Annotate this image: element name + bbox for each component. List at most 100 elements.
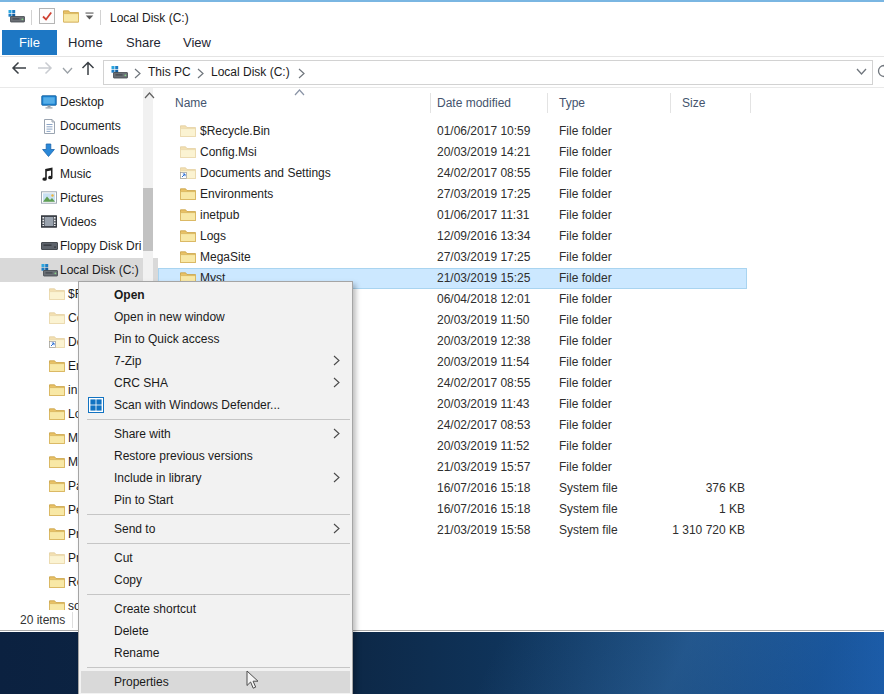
file-type: File folder	[559, 121, 612, 142]
menu-item-delete[interactable]: Delete	[81, 620, 350, 642]
file-name: inetpub	[200, 205, 239, 226]
file-row-config-msi[interactable]: Config.Msi20/03/2019 14:21File folder	[158, 142, 747, 163]
tab-file[interactable]: File	[2, 30, 57, 55]
folder-link-icon	[180, 166, 196, 180]
menu-item-properties[interactable]: Properties	[81, 671, 350, 693]
file-row-documents-and-settings[interactable]: Documents and Settings24/02/2017 08:55Fi…	[158, 163, 747, 184]
tab-home[interactable]: Home	[68, 30, 103, 55]
sidebar-item-documents[interactable]: Documents	[0, 114, 143, 138]
menu-separator	[79, 664, 352, 671]
header-separator-2[interactable]	[547, 93, 548, 113]
menu-item-create-shortcut[interactable]: Create shortcut	[81, 598, 350, 620]
file-type: System file	[559, 499, 618, 520]
address-bar[interactable]: This PC Local Disk (C:)	[103, 60, 873, 85]
menu-item-label: Pin to Start	[114, 493, 173, 507]
folder-icon	[49, 455, 65, 469]
folder-icon	[180, 187, 196, 201]
sidebar-item-label: Local Disk (C:)	[60, 258, 139, 282]
documents-icon	[41, 119, 57, 133]
menu-item-open-in-new-window[interactable]: Open in new window	[81, 306, 350, 328]
file-name: Documents and Settings	[200, 163, 331, 184]
menu-item-pin-to-quick-access[interactable]: Pin to Quick access	[81, 328, 350, 350]
file-name: MegaSite	[200, 247, 251, 268]
tab-share[interactable]: Share	[126, 30, 161, 55]
sidebar-item-local-disk-c[interactable]: Local Disk (C:)	[0, 258, 158, 282]
menu-item-share-with[interactable]: Share with	[81, 423, 350, 445]
menu-item-send-to[interactable]: Send to	[81, 518, 350, 540]
qat-separator	[31, 10, 32, 25]
ribbon-tab-bar: File Home Share View	[0, 30, 884, 57]
folder-icon	[180, 229, 196, 243]
folder-icon	[49, 551, 65, 565]
menu-item-label: Scan with Windows Defender...	[114, 398, 280, 412]
menu-item-copy[interactable]: Copy	[81, 569, 350, 591]
sidebar-item-pictures[interactable]: Pictures	[0, 186, 143, 210]
menu-item-cut[interactable]: Cut	[81, 547, 350, 569]
file-type: File folder	[559, 205, 612, 226]
sidebar-item-videos[interactable]: Videos	[0, 210, 143, 234]
sidebar-item-downloads[interactable]: Downloads	[0, 138, 143, 162]
column-header-size[interactable]: Size	[682, 96, 705, 110]
file-type: File folder	[559, 268, 612, 289]
file-row-inetpub[interactable]: inetpub01/06/2017 11:31File folder	[158, 205, 747, 226]
header-separator-3[interactable]	[670, 93, 671, 113]
column-header-date[interactable]: Date modified	[437, 96, 511, 110]
folder-icon	[180, 124, 196, 138]
folder-icon	[49, 287, 65, 301]
menu-item-include-in-library[interactable]: Include in library	[81, 467, 350, 489]
file-row-megasite[interactable]: MegaSite27/03/2019 17:25File folder	[158, 247, 747, 268]
menu-item-7-zip[interactable]: 7-Zip	[81, 350, 350, 372]
file-type: File folder	[559, 142, 612, 163]
file-type: File folder	[559, 310, 612, 331]
up-button[interactable]	[80, 60, 102, 82]
menu-separator	[79, 511, 352, 518]
recent-locations-dropdown[interactable]	[62, 67, 73, 74]
sidebar-item-desktop[interactable]: Desktop	[0, 90, 143, 114]
header-separator[interactable]	[430, 93, 431, 113]
menu-item-pin-to-start[interactable]: Pin to Start	[81, 489, 350, 511]
forward-button[interactable]	[36, 60, 58, 82]
header-separator-4[interactable]	[750, 93, 751, 113]
breadcrumb-this-pc[interactable]: This PC	[148, 65, 191, 79]
file-type: File folder	[559, 373, 612, 394]
menu-item-label: Copy	[114, 573, 142, 587]
folder-icon	[180, 250, 196, 264]
file-type: File folder	[559, 289, 612, 310]
menu-item-label: Share with	[114, 427, 171, 441]
breadcrumb-local-disk[interactable]: Local Disk (C:)	[211, 65, 290, 79]
column-header-type[interactable]: Type	[559, 96, 585, 110]
menu-item-rename[interactable]: Rename	[81, 642, 350, 664]
file-type: File folder	[559, 415, 612, 436]
desktop-icon	[41, 95, 57, 109]
menu-item-crc-sha[interactable]: CRC SHA	[81, 372, 350, 394]
qat-separator-2	[100, 10, 101, 25]
scrollbar-up-arrow[interactable]	[144, 92, 155, 99]
file-row-logs[interactable]: Logs12/09/2016 13:34File folder	[158, 226, 747, 247]
qat-properties-button[interactable]	[39, 8, 56, 25]
file-row-environments[interactable]: Environments27/03/2019 17:25File folder	[158, 184, 747, 205]
file-type: File folder	[559, 184, 612, 205]
submenu-arrow-icon	[333, 472, 340, 483]
sidebar-item-floppy-disk-dri[interactable]: Floppy Disk Dri	[0, 234, 143, 258]
file-date-modified: 16/07/2016 15:18	[437, 478, 530, 499]
menu-item-label: Include in library	[114, 471, 201, 485]
menu-separator	[79, 591, 352, 598]
qat-customize-dropdown[interactable]	[85, 12, 94, 21]
folder-icon	[49, 503, 65, 517]
menu-item-restore-previous-versions[interactable]: Restore previous versions	[81, 445, 350, 467]
tab-view[interactable]: View	[183, 30, 211, 55]
floppy-icon	[41, 239, 57, 253]
context-menu: Open Open in new window Pin to Quick acces…	[78, 281, 353, 694]
menu-item-scan-with-windows-defender[interactable]: Scan with Windows Defender...	[81, 394, 350, 416]
qat-new-folder-button[interactable]	[63, 9, 79, 23]
file-row-recycle-bin[interactable]: $Recycle.Bin01/06/2017 10:59File folder	[158, 121, 747, 142]
scrollbar-thumb[interactable]	[143, 188, 153, 251]
back-button[interactable]	[10, 60, 32, 82]
address-dropdown-button[interactable]	[856, 68, 867, 75]
file-type: System file	[559, 520, 618, 541]
menu-item-open[interactable]: Open	[81, 284, 350, 306]
sidebar-item-music[interactable]: Music	[0, 162, 143, 186]
column-header-name[interactable]: Name	[175, 96, 207, 110]
refresh-button[interactable]	[876, 63, 884, 79]
menu-item-label: Open in new window	[114, 310, 225, 324]
